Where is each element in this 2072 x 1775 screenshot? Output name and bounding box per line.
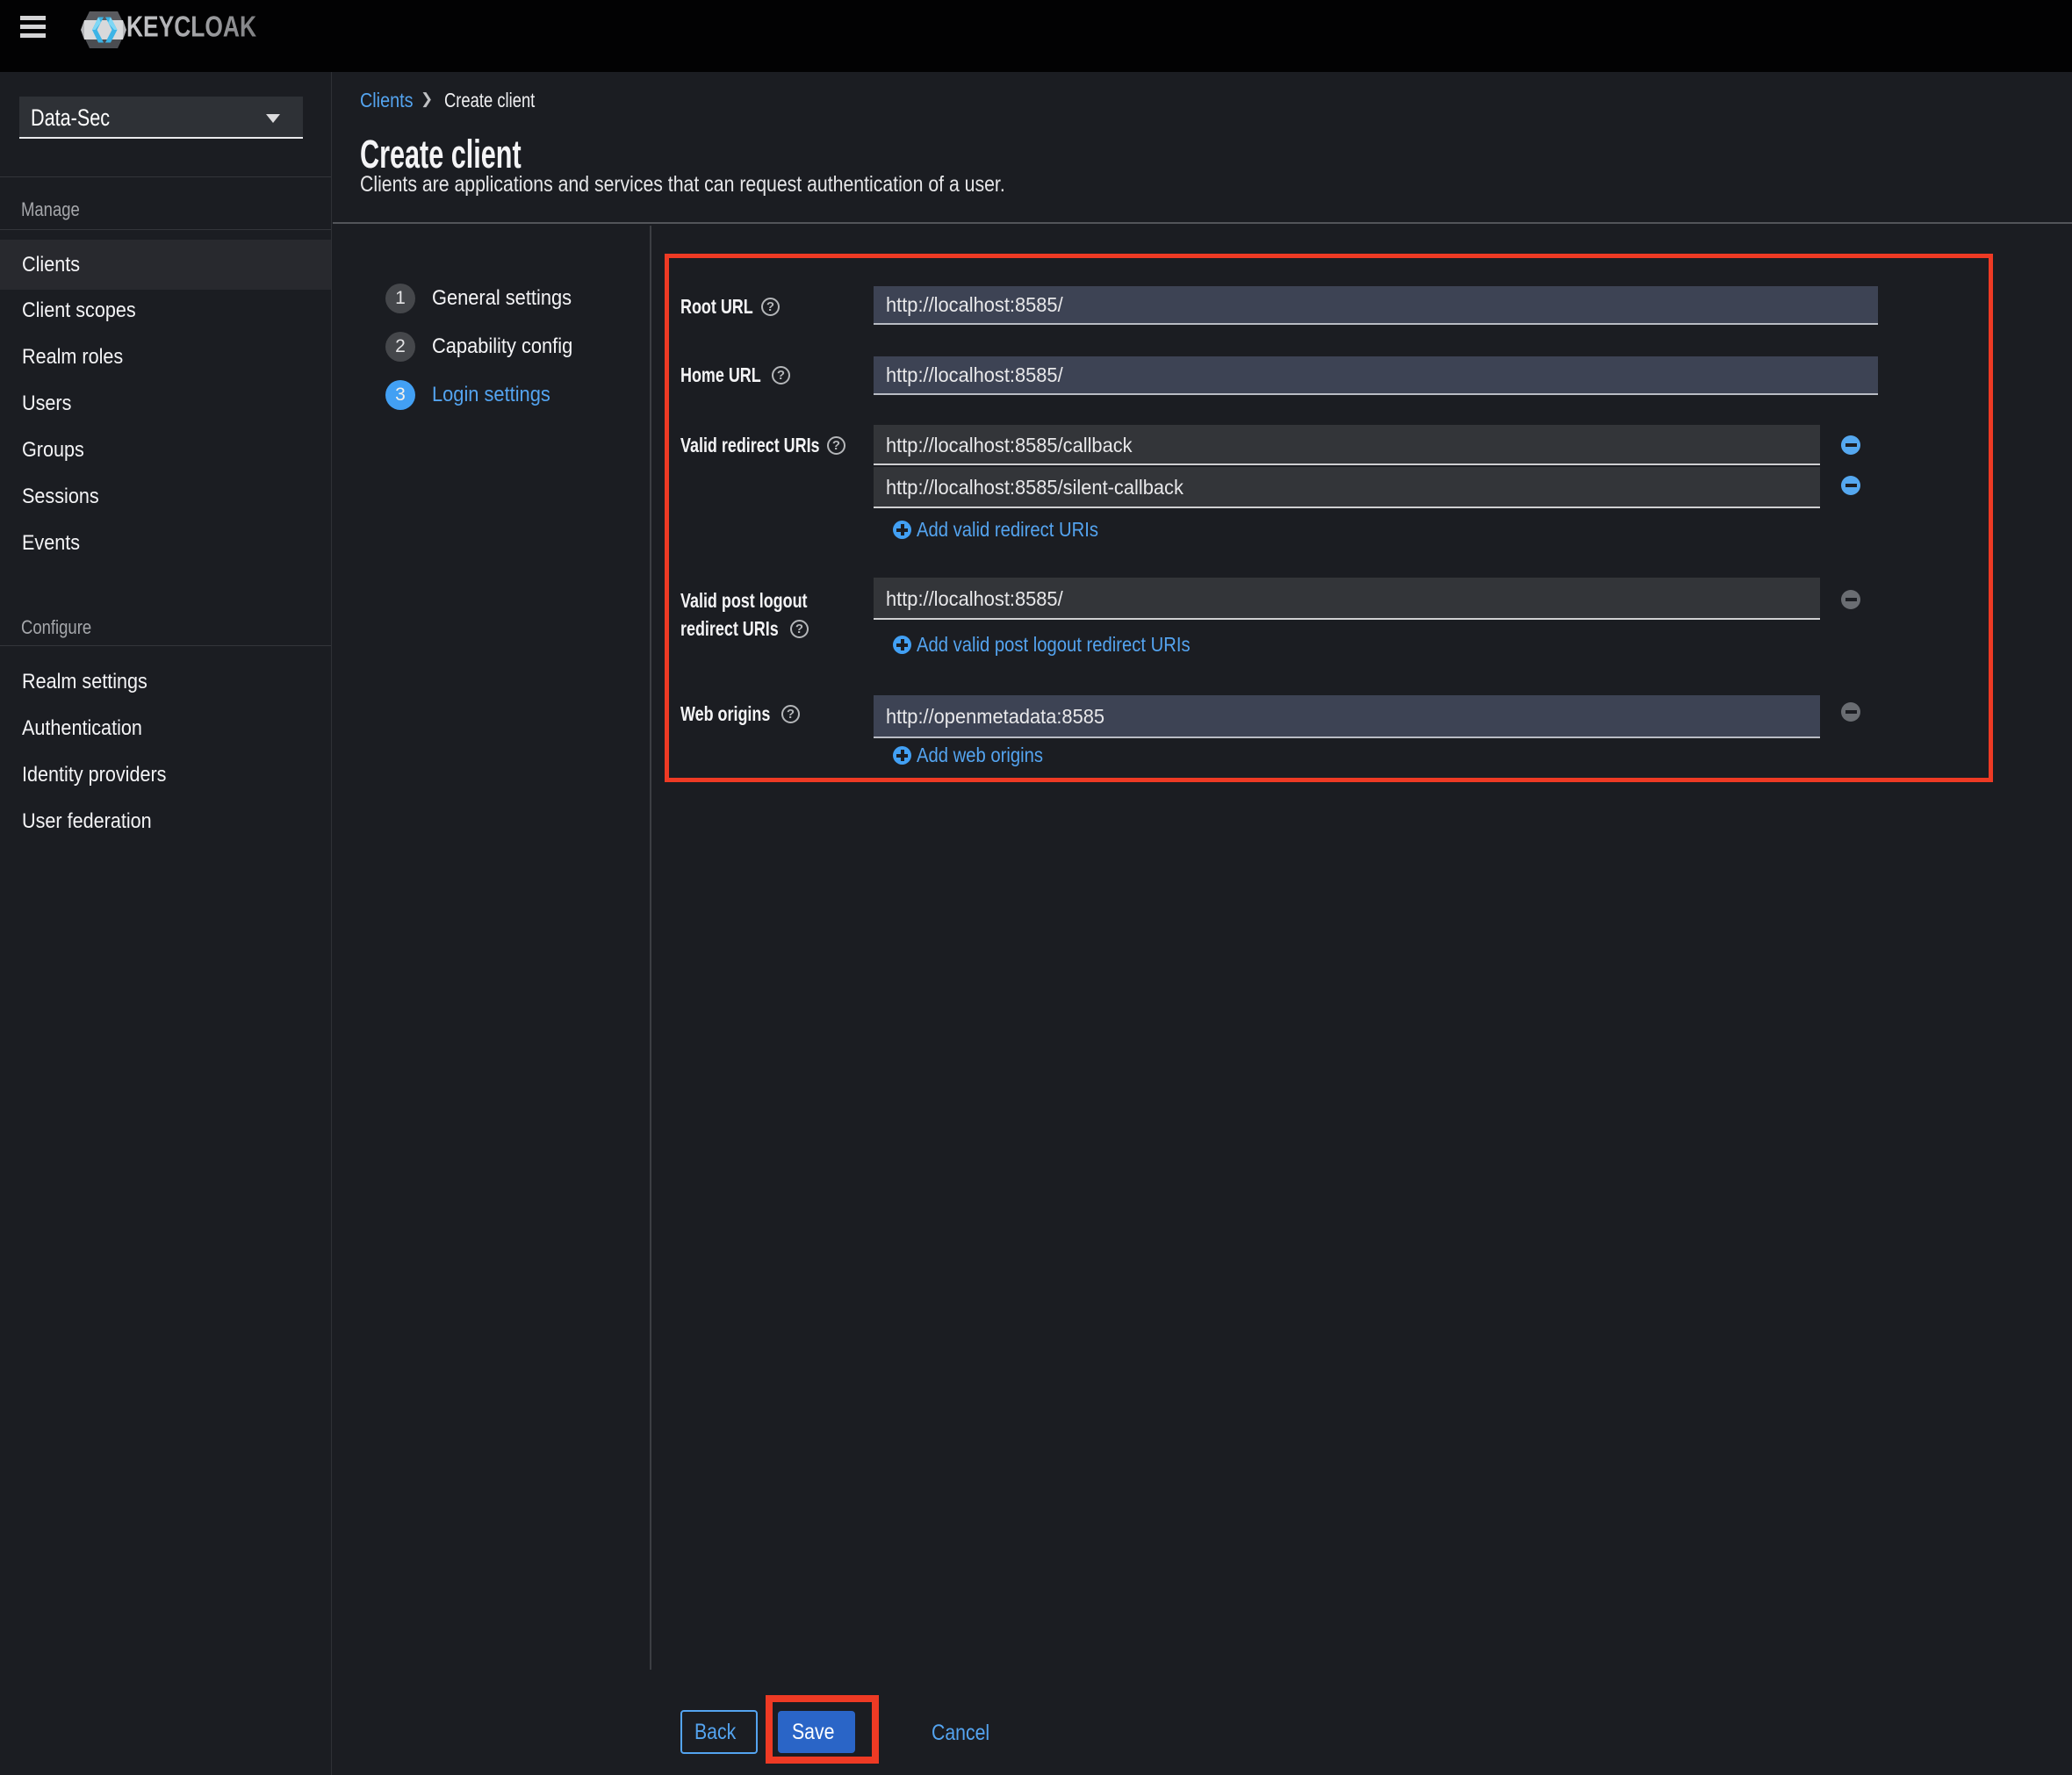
svg-text:KEYCLOAK: KEYCLOAK: [126, 11, 256, 43]
